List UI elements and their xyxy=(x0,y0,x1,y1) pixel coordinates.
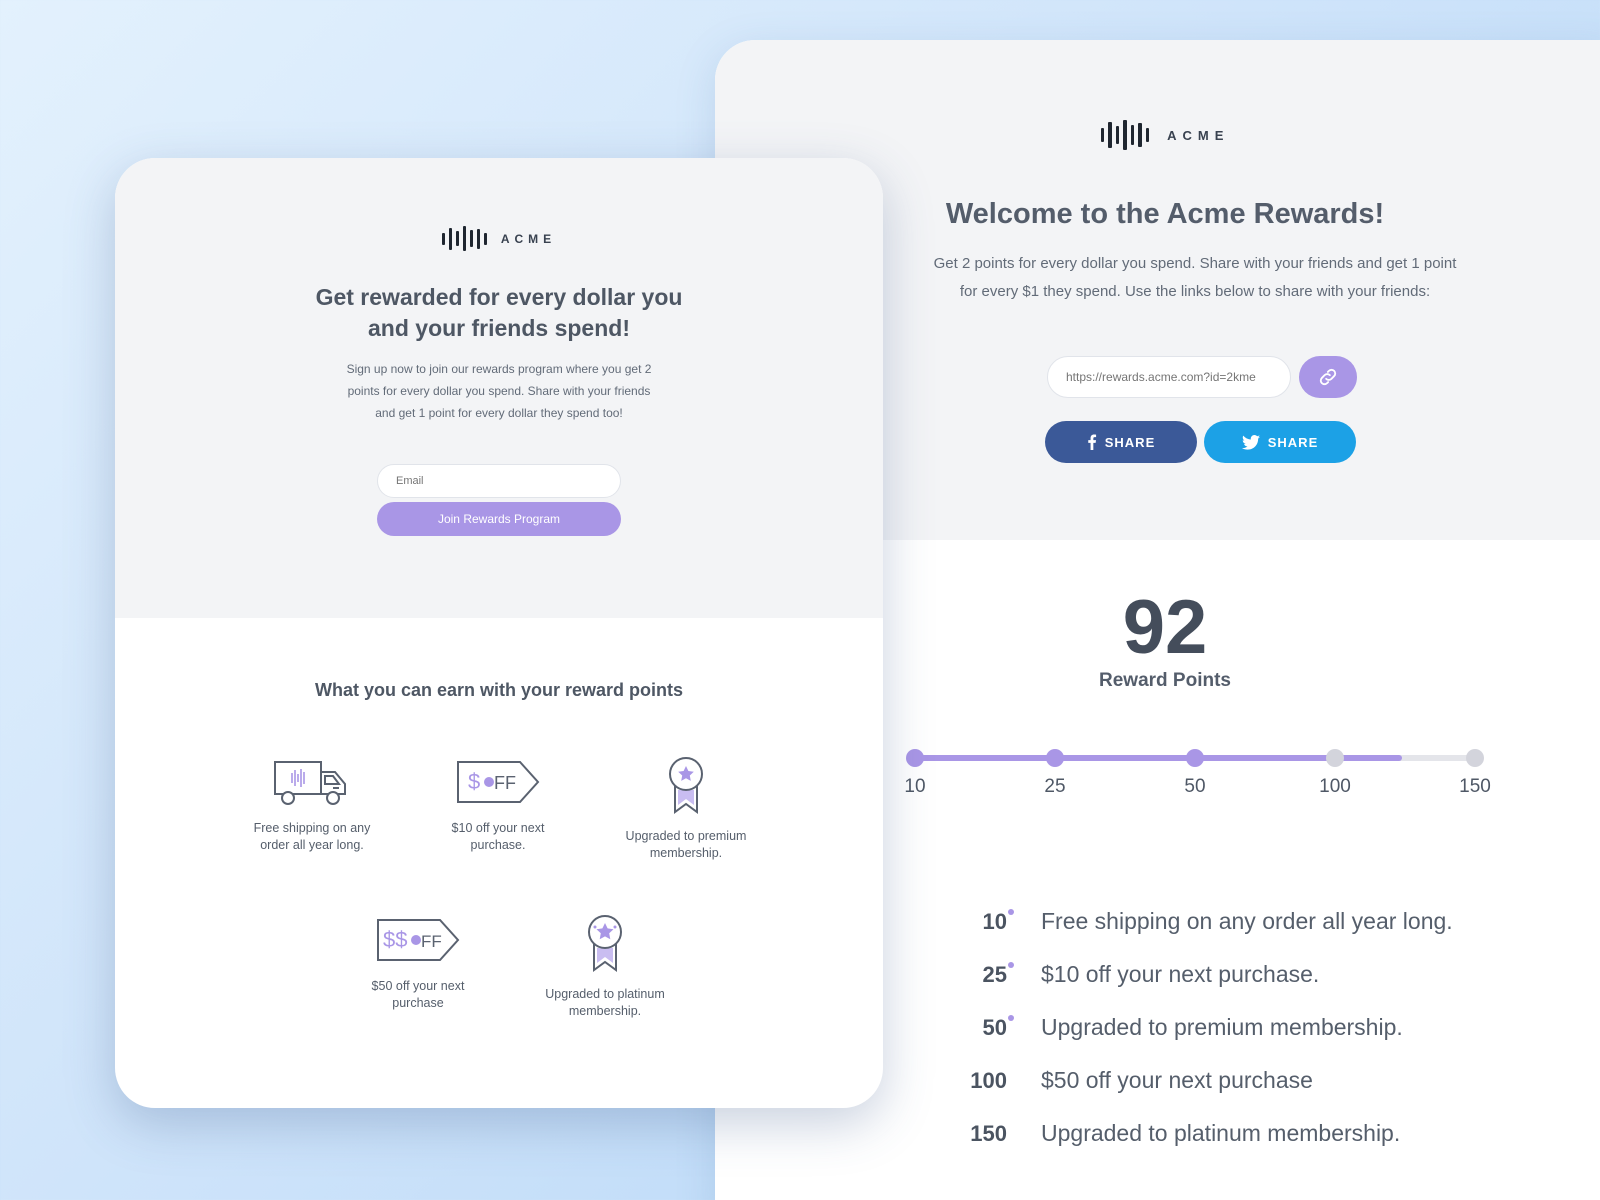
reward-description: Upgraded to platinum membership. xyxy=(530,986,680,1020)
signup-description: Sign up now to join our rewards program … xyxy=(319,358,679,424)
brand-logo: ACME xyxy=(115,226,883,251)
email-input[interactable] xyxy=(377,464,621,498)
reached-dot-icon xyxy=(1008,908,1014,915)
milestone-label: 25 xyxy=(1044,776,1066,797)
tier-description: Free shipping on any order all year long… xyxy=(1041,908,1453,934)
milestone-dot xyxy=(1046,749,1064,767)
twitter-icon xyxy=(1241,434,1260,450)
platinum-ribbon-badge-icon xyxy=(588,915,622,972)
ribbon-badge-icon xyxy=(669,757,703,814)
twitter-share-button[interactable]: SHARE xyxy=(1204,421,1356,463)
tier-description: Upgraded to premium membership. xyxy=(1041,1014,1403,1040)
tier-description: $50 off your next purchase xyxy=(1041,1067,1313,1093)
signup-description-line: Sign up now to join our rewards program … xyxy=(346,362,652,376)
dollar-off-tag-icon: $ FF xyxy=(457,761,540,803)
reward-description-line: Upgraded to premium xyxy=(625,829,747,843)
tier-points: 100 xyxy=(970,1067,1007,1093)
facebook-share-button[interactable]: SHARE xyxy=(1045,421,1197,463)
svg-text:FF: FF xyxy=(494,773,516,793)
reward-description: $10 off your next purchase. xyxy=(423,820,573,854)
earn-section-title: What you can earn with your reward point… xyxy=(314,680,684,700)
reached-dot-icon xyxy=(1008,1014,1014,1021)
tier-points: 10 xyxy=(947,908,1014,935)
reward-item: Upgraded to platinum membership. xyxy=(530,914,680,1020)
tier-points: 150 xyxy=(970,1120,1007,1146)
facebook-icon xyxy=(1088,434,1096,450)
reward-description-line: purchase. xyxy=(470,838,526,852)
reward-description: Free shipping on any order all year long… xyxy=(237,820,387,854)
tier-description: Upgraded to platinum membership. xyxy=(1041,1120,1401,1146)
social-share-row: SHARE SHARE xyxy=(1045,421,1356,463)
double-dollar-off-tag-icon: $$ FF xyxy=(377,919,460,961)
reward-item: Free shipping on any order all year long… xyxy=(237,758,387,854)
reward-tier-list: 10 Free shipping on any order all year l… xyxy=(947,895,1453,1160)
svg-text:$: $ xyxy=(468,769,480,794)
reward-description: Upgraded to premium membership. xyxy=(611,828,761,862)
points-progress-bar: 10 25 50 100 150 xyxy=(904,740,1491,800)
acme-logo-icon xyxy=(1100,120,1150,150)
reward-description-line: Free shipping on any xyxy=(253,821,371,835)
acme-logo-icon xyxy=(441,226,487,251)
brand-logo: ACME xyxy=(715,120,1600,150)
milestone-label: 10 xyxy=(904,776,926,797)
milestone-dot xyxy=(1326,749,1344,767)
milestone-dot xyxy=(1186,749,1204,767)
reward-description-line: membership. xyxy=(568,1004,642,1018)
reward-description-line: $10 off your next xyxy=(451,821,545,835)
reward-description: $50 off your next purchase xyxy=(343,978,493,1012)
brand-name: ACME xyxy=(500,231,557,246)
milestone-dot xyxy=(1466,749,1484,767)
facebook-share-label: SHARE xyxy=(1104,434,1156,450)
share-link-input[interactable] xyxy=(1047,356,1291,398)
milestone-label: 100 xyxy=(1319,776,1351,797)
milestone-label: 50 xyxy=(1184,776,1206,797)
signup-title: Get rewarded for every dollar you and yo… xyxy=(115,282,883,344)
reward-description-line: membership. xyxy=(649,846,723,860)
tier-row: 150 Upgraded to platinum membership. xyxy=(947,1107,1453,1160)
reward-description-line: order all year long. xyxy=(260,838,364,852)
reward-description-line: $50 off your next xyxy=(371,979,465,993)
dashboard-description: Get 2 points for every dollar you spend.… xyxy=(905,250,1485,306)
svg-text:FF: FF xyxy=(421,932,442,951)
signup-title-line: Get rewarded for every dollar you xyxy=(315,284,683,310)
twitter-share-label: SHARE xyxy=(1267,434,1319,450)
tier-row: 10 Free shipping on any order all year l… xyxy=(947,895,1453,948)
tier-description: $10 off your next purchase. xyxy=(1041,961,1320,987)
reward-description-line: Upgraded to platinum xyxy=(545,987,665,1001)
brand-name: ACME xyxy=(1167,127,1230,143)
reward-description-line: purchase xyxy=(392,996,444,1010)
join-rewards-button[interactable]: Join Rewards Program xyxy=(377,502,621,536)
truck-icon xyxy=(274,761,346,805)
svg-text:$$: $$ xyxy=(383,927,407,952)
signup-description-line: and get 1 point for every dollar they sp… xyxy=(375,406,623,420)
tier-row: 50 Upgraded to premium membership. xyxy=(947,1001,1453,1054)
rewards-signup-card: ACME Get rewarded for every dollar you a… xyxy=(115,158,883,1108)
milestone-label: 150 xyxy=(1459,776,1491,797)
tier-row: 100 $50 off your next purchase xyxy=(947,1054,1453,1107)
reward-item: Upgraded to premium membership. xyxy=(611,756,761,862)
tier-points: 50 xyxy=(947,1014,1014,1041)
milestone-dot xyxy=(906,749,924,767)
tier-row: 25 $10 off your next purchase. xyxy=(947,948,1453,1001)
signup-title-line: and your friends spend! xyxy=(368,315,630,341)
reward-item: $ FF $10 off your next purchase. xyxy=(423,758,573,854)
signup-description-line: points for every dollar you spend. Share… xyxy=(347,384,651,398)
link-icon xyxy=(1319,368,1337,386)
dashboard-description-line: Get 2 points for every dollar you spend.… xyxy=(933,255,1457,272)
reward-item: $$ FF $50 off your next purchase xyxy=(343,916,493,1012)
tier-points: 25 xyxy=(947,961,1014,988)
share-link-row xyxy=(1047,356,1357,398)
dashboard-description-line: for every $1 they spend. Use the links b… xyxy=(959,283,1431,300)
reached-dot-icon xyxy=(1008,961,1014,968)
copy-link-button[interactable] xyxy=(1299,356,1357,398)
